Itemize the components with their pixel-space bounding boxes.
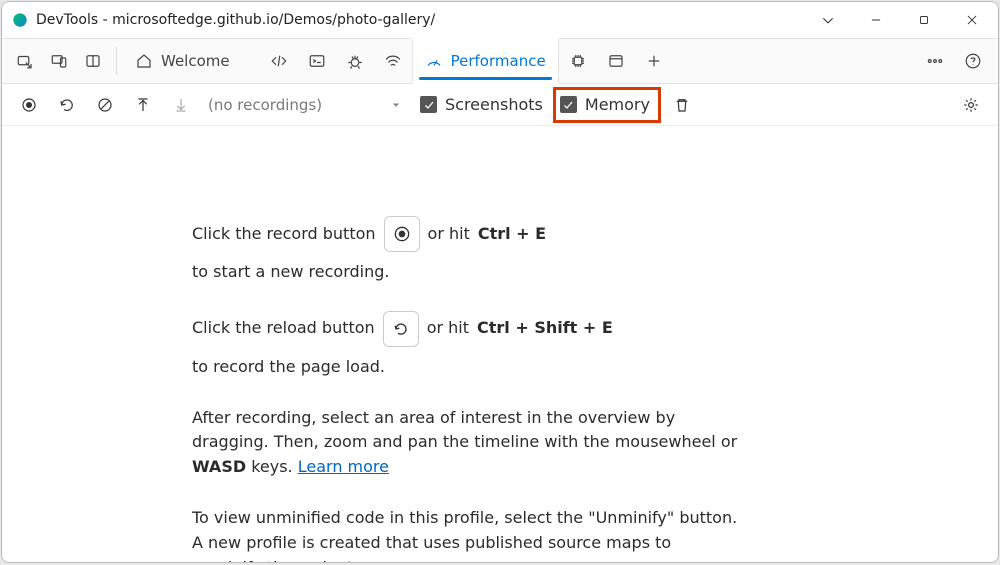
text: Click the record button [192,222,376,247]
main-tabstrip: Welcome Performance [2,38,998,84]
text: Click the reload button [192,316,375,341]
shortcut-text: Ctrl + E [478,222,546,247]
record-hint-row: Click the record button or hit Ctrl + E … [192,216,742,285]
help-icon[interactable] [954,38,992,84]
divider [116,47,117,75]
chevron-down-icon[interactable] [804,2,852,38]
text: or hit [428,222,470,247]
dock-side-icon[interactable] [76,38,110,84]
reload-hint-row: Click the reload button or hit Ctrl + Sh… [192,311,742,380]
devtools-window: DevTools - microsoftedge.github.io/Demos… [1,1,999,563]
unminify-hint-row: To view unminified code in this profile,… [192,506,742,562]
text: After recording, select an area of inter… [192,408,737,452]
window-maximize-button[interactable] [900,2,948,38]
record-button[interactable] [12,88,46,122]
text: to record the page load. [192,355,385,380]
edge-app-icon [12,12,28,28]
text: keys. [246,457,298,476]
overview-hint-row: After recording, select an area of inter… [192,406,742,480]
text: to start a new recording. [192,260,389,285]
load-profile-up-icon[interactable] [126,88,160,122]
tab-application-icon[interactable] [597,38,635,84]
window-title: DevTools - microsoftedge.github.io/Demos… [36,12,435,28]
tab-memory-chip-icon[interactable] [559,38,597,84]
save-profile-down-icon[interactable] [164,88,198,122]
add-tab-icon[interactable] [635,38,673,84]
inline-reload-icon [383,311,419,347]
checkbox-checked-icon [560,96,577,113]
learn-more-link[interactable]: Learn more [298,457,389,476]
recording-selector[interactable]: (no recordings) [208,96,402,114]
tab-sources-bug-icon[interactable] [336,38,374,84]
window-minimize-button[interactable] [852,2,900,38]
tab-performance[interactable]: Performance [412,38,559,84]
tab-console-icon[interactable] [298,38,336,84]
text: To view unminified code in this profile,… [192,508,737,562]
inline-record-icon [384,216,420,252]
memory-checkbox[interactable]: Memory [553,87,661,123]
memory-label: Memory [585,95,650,114]
more-options-icon[interactable] [916,38,954,84]
tab-performance-label: Performance [451,52,546,70]
tab-welcome-label: Welcome [161,52,230,70]
shortcut-text: WASD [192,457,246,476]
learn-more-link[interactable]: Learn more [347,558,438,562]
screenshots-label: Screenshots [445,95,543,114]
checkbox-checked-icon [420,96,437,113]
tab-welcome[interactable]: Welcome [123,38,260,84]
screenshots-checkbox[interactable]: Screenshots [414,93,549,116]
tab-elements-icon[interactable] [260,38,298,84]
recording-selector-label: (no recordings) [208,96,388,114]
settings-gear-icon[interactable] [954,88,988,122]
reload-record-button[interactable] [50,88,84,122]
titlebar: DevTools - microsoftedge.github.io/Demos… [2,2,998,38]
performance-toolbar: (no recordings) Screenshots Memory [2,84,998,126]
performance-empty-state: Click the record button or hit Ctrl + E … [2,126,842,562]
device-toolbar-icon[interactable] [42,38,76,84]
text: or hit [427,316,469,341]
window-close-button[interactable] [948,2,996,38]
delete-icon[interactable] [665,88,699,122]
inspect-element-icon[interactable] [8,38,42,84]
tab-network-icon[interactable] [374,38,412,84]
shortcut-text: Ctrl + Shift + E [477,316,613,341]
clear-button[interactable] [88,88,122,122]
